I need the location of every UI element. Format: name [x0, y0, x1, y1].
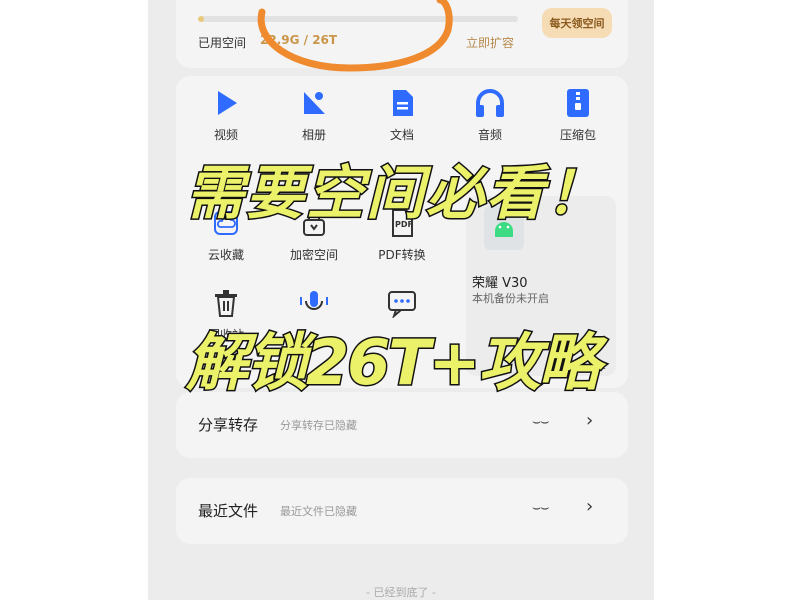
hidden-eye-icon[interactable]: ⌣⌣: [532, 500, 549, 516]
tool-label: 视频: [213, 128, 238, 142]
tool-cloud-favorites[interactable]: 云收藏: [186, 206, 266, 263]
tool-label: 音频: [477, 128, 502, 142]
tool-label: 云收藏: [207, 248, 244, 262]
storage-progress-bar: [198, 16, 518, 22]
used-space-label: 已用空间: [198, 36, 247, 50]
message-icon: [385, 286, 419, 320]
tool-label: 压缩包: [559, 128, 596, 142]
backup-status: 本机备份未开启: [472, 292, 549, 305]
tools-card: 视频 相册 文档 音频 压缩包 云收藏 加密空间 PDF PDF转换 回收站 荣…: [176, 76, 628, 388]
tool-album[interactable]: 相册: [274, 86, 354, 143]
play-icon: [209, 86, 243, 120]
share-row[interactable]: 分享转存 分享转存已隐藏 ⌣⌣ ›: [176, 392, 628, 458]
storage-card: 已用空间 22.9G / 26T 立即扩容 每天领空间: [176, 0, 628, 68]
recent-row-subtitle: 最近文件已隐藏: [280, 505, 357, 518]
used-space-value: 22.9G / 26T: [260, 33, 338, 47]
end-of-list-text: - 已经到底了 -: [366, 586, 436, 599]
headphones-icon: [473, 86, 507, 120]
document-icon: [385, 86, 419, 120]
photo-icon: [297, 86, 331, 120]
tool-label: 加密空间: [289, 248, 338, 262]
tool-zip[interactable]: 压缩包: [538, 86, 618, 143]
tool-label: 回收站: [207, 328, 244, 342]
expand-storage-link[interactable]: 立即扩容: [466, 34, 514, 51]
app-screen: 已用空间 22.9G / 26T 立即扩容 每天领空间 视频 相册 文档 音频 …: [148, 0, 654, 600]
tool-label: 相册: [301, 128, 326, 142]
storage-progress-fill: [198, 16, 205, 22]
cloud-icon: [209, 206, 243, 240]
tool-document[interactable]: 文档: [362, 86, 442, 143]
share-row-subtitle: 分享转存已隐藏: [280, 419, 357, 432]
lock-icon: [297, 206, 331, 240]
tool-messages[interactable]: [362, 286, 442, 326]
android-icon: [484, 206, 524, 250]
recent-files-row[interactable]: 最近文件 最近文件已隐藏 ⌣⌣ ›: [176, 478, 628, 544]
tool-video[interactable]: 视频: [186, 86, 266, 143]
tool-voice[interactable]: [274, 286, 354, 326]
tool-label: PDF转换: [378, 248, 426, 262]
recent-row-title: 最近文件: [198, 502, 259, 520]
chevron-right-icon[interactable]: ›: [586, 496, 593, 517]
chevron-right-icon[interactable]: ›: [586, 410, 593, 431]
share-row-title: 分享转存: [198, 416, 259, 434]
device-backup-panel[interactable]: 荣耀 V30 本机备份未开启: [466, 196, 616, 376]
pdf-icon: PDF: [385, 206, 419, 240]
tool-pdf-convert[interactable]: PDF PDF转换: [362, 206, 442, 263]
tool-audio[interactable]: 音频: [450, 86, 530, 143]
daily-space-button[interactable]: 每天领空间: [542, 8, 612, 38]
zip-icon: [561, 86, 595, 120]
tool-recycle-bin[interactable]: 回收站: [186, 286, 266, 343]
device-name: 荣耀 V30: [472, 276, 528, 291]
hidden-eye-icon[interactable]: ⌣⌣: [532, 414, 549, 430]
mic-icon: [297, 286, 331, 320]
trash-icon: [209, 286, 243, 320]
svg-text:PDF: PDF: [395, 220, 413, 229]
tool-encrypted-space[interactable]: 加密空间: [274, 206, 354, 263]
tool-label: 文档: [389, 128, 414, 142]
